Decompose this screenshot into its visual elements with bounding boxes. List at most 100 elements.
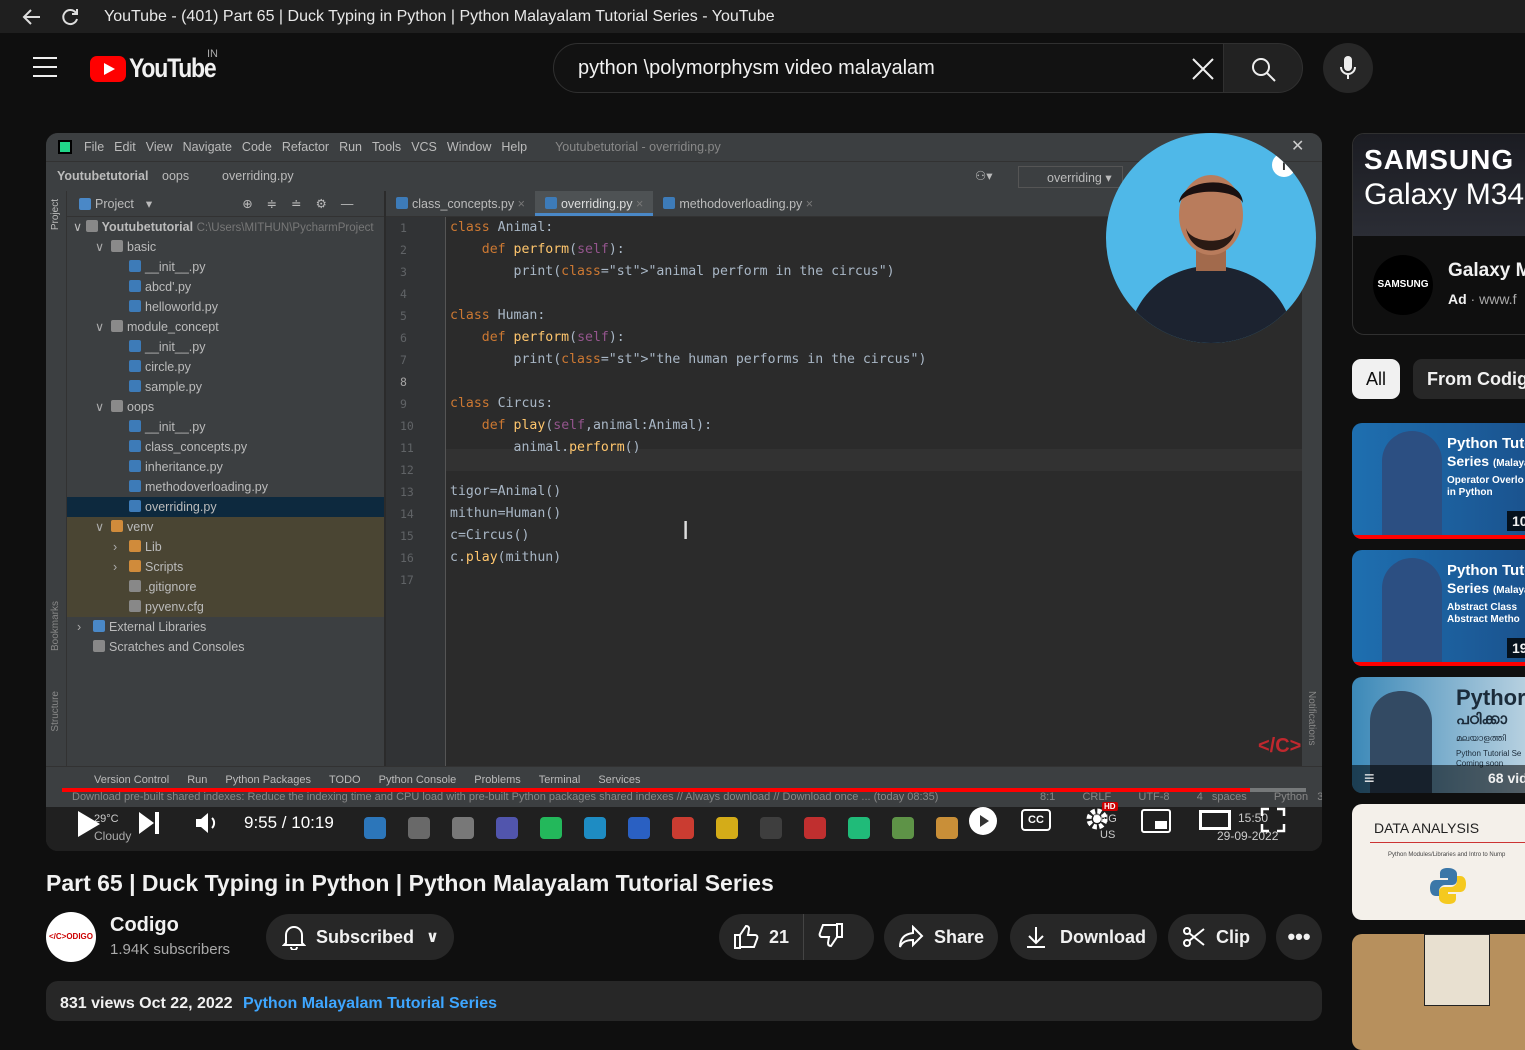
more-actions-button[interactable]: ••• bbox=[1276, 914, 1322, 960]
chip-all[interactable]: All bbox=[1352, 359, 1401, 399]
code-line: mithun=Human() bbox=[450, 506, 562, 521]
tab-close-icon: × bbox=[517, 197, 525, 211]
menu-run: Run bbox=[339, 140, 362, 154]
settings-button[interactable]: HD bbox=[1084, 802, 1118, 837]
thumb-1-small: (Malaya bbox=[1492, 458, 1525, 469]
thumb-3-line1: Pythor bbox=[1456, 685, 1525, 710]
volume-button[interactable] bbox=[194, 810, 220, 841]
menu-edit: Edit bbox=[114, 140, 136, 154]
text-cursor-icon: I bbox=[682, 515, 690, 545]
play-button[interactable] bbox=[76, 809, 102, 844]
tree-item: methodoverloading.py bbox=[67, 477, 384, 497]
playlist-icon: ≡ bbox=[1364, 768, 1375, 788]
captions-button[interactable]: CC bbox=[1021, 809, 1051, 831]
fullscreen-button[interactable] bbox=[1260, 807, 1286, 838]
tree-item-label: __init__.py bbox=[145, 340, 206, 354]
menu-help: Help bbox=[501, 140, 528, 154]
thumb-3-sub1: Python Tutorial Se bbox=[1456, 749, 1522, 758]
related-playlist-thumbnail[interactable]: Pythor പഠിക്കാ മലയാളത്തി Python Tutorial… bbox=[1352, 677, 1525, 793]
tree-item-label: class_concepts.py bbox=[145, 440, 248, 454]
breadcrumb-file: overriding.py bbox=[222, 169, 294, 183]
play-icon bbox=[78, 811, 100, 837]
related-video-thumbnail-2[interactable]: Python Tuto Series (Malaya Abstract Clas… bbox=[1352, 550, 1525, 666]
thumb-3-small: മലയാളത്തി bbox=[1456, 733, 1506, 743]
editor-tab-label: overriding.py bbox=[560, 197, 633, 211]
editor-tab: class_concepts.py × bbox=[386, 191, 535, 216]
youtube-play-logo-icon bbox=[90, 55, 126, 82]
menu-hamburger-icon[interactable] bbox=[33, 57, 57, 77]
thumb-1-watched-bar bbox=[1352, 535, 1525, 539]
like-button[interactable]: 21 bbox=[719, 914, 805, 960]
video-player[interactable]: File Edit View Navigate Code Refactor Ru… bbox=[46, 133, 1322, 851]
thumb-1-line1: Python Tuto bbox=[1447, 435, 1525, 452]
line-number: 6 bbox=[400, 331, 407, 345]
python-file-icon bbox=[129, 380, 141, 392]
share-label: Share bbox=[934, 926, 985, 947]
next-button[interactable] bbox=[138, 811, 160, 840]
toolwindow-tab: TODO bbox=[329, 773, 361, 786]
playlist-link[interactable]: Python Malayalam Tutorial Series bbox=[243, 995, 497, 1012]
folder-icon bbox=[93, 640, 105, 652]
dislike-button[interactable] bbox=[804, 922, 844, 953]
ad-banner-image: SAMSUNG Galaxy M34 bbox=[1353, 134, 1525, 236]
download-icon bbox=[1027, 927, 1045, 948]
download-button[interactable]: Download bbox=[1010, 914, 1157, 960]
tree-item-label: abcd'.py bbox=[145, 280, 192, 294]
thumb-4-divider bbox=[1370, 842, 1525, 843]
tree-item-label: inheritance.py bbox=[145, 460, 223, 474]
clip-button[interactable]: Clip bbox=[1168, 914, 1266, 960]
related-video-thumbnail-4[interactable]: DATA ANALYSIS Python Modules/Libraries a… bbox=[1352, 804, 1525, 920]
back-arrow-icon[interactable] bbox=[22, 7, 42, 27]
like-dislike-group: 21 bbox=[719, 914, 874, 960]
thumb-1-sub1: Operator Overlo bbox=[1447, 475, 1524, 486]
tree-item-label: .gitignore bbox=[145, 580, 197, 594]
thumb-4-sub1: Python Modules/Libraries and Intro to Nu… bbox=[1388, 852, 1506, 858]
menu-code: Code bbox=[241, 140, 272, 154]
related-video-thumbnail-5[interactable] bbox=[1352, 934, 1525, 1050]
channel-name[interactable]: Codigo bbox=[110, 914, 179, 937]
file-icon bbox=[129, 600, 141, 612]
brand-watermark: </C> bbox=[1258, 735, 1302, 757]
description-box[interactable]: 831 views Oct 22, 2022 Python Malayalam … bbox=[46, 981, 1322, 1021]
search-input[interactable] bbox=[578, 54, 1158, 82]
theater-mode-button[interactable] bbox=[1199, 810, 1231, 830]
time-display: 9:55 / 10:19 bbox=[244, 813, 334, 832]
code-line: animal.perform() bbox=[450, 440, 641, 455]
tree-item-label: __init__.py bbox=[145, 420, 206, 434]
ad-product: Galaxy M34 bbox=[1364, 178, 1525, 211]
miniplayer-button[interactable] bbox=[1141, 809, 1171, 833]
ad-card[interactable]: SAMSUNG Galaxy M34 SAMSUNG Galaxy M Ad ·… bbox=[1352, 133, 1525, 335]
tree-item-label: Scripts bbox=[145, 560, 184, 574]
code-line: c=Circus() bbox=[450, 528, 530, 543]
autoplay-icon bbox=[980, 815, 989, 827]
thumb-1-series: Series bbox=[1447, 453, 1490, 469]
project-panel-header: Project ▾ ⊕≑≐⚙— bbox=[67, 191, 384, 217]
python-file-icon bbox=[129, 260, 141, 272]
ad-brand: SAMSUNG bbox=[1364, 144, 1515, 175]
volume-icon bbox=[196, 813, 216, 833]
code-line: class Circus: bbox=[450, 396, 554, 411]
chip-from-codigo[interactable]: From Codigo bbox=[1413, 359, 1525, 399]
info-icon[interactable]: i bbox=[1272, 153, 1296, 177]
clear-search-icon[interactable] bbox=[1190, 56, 1216, 82]
share-button[interactable]: Share bbox=[884, 914, 998, 960]
video-progress-bar[interactable] bbox=[62, 788, 1306, 792]
code-line: def play(self,animal:Animal): bbox=[481, 418, 713, 433]
channel-avatar[interactable]: </C>ODIGO bbox=[46, 912, 96, 962]
toolwindow-tab: Problems bbox=[474, 773, 521, 786]
folder-icon bbox=[93, 620, 105, 632]
subscriber-count: 1.94K subscribers bbox=[110, 941, 231, 958]
reload-icon[interactable] bbox=[60, 7, 80, 27]
subscribed-button[interactable]: Subscribed ∨ bbox=[266, 914, 454, 960]
search-button[interactable] bbox=[1223, 43, 1303, 93]
autoplay-toggle[interactable] bbox=[969, 807, 997, 835]
python-file-icon bbox=[663, 197, 676, 209]
more-horizontal-icon: ••• bbox=[1287, 924, 1311, 949]
related-video-thumbnail-1[interactable]: Python Tuto Series (Malaya Operator Over… bbox=[1352, 423, 1525, 539]
menu-file: File bbox=[84, 140, 105, 154]
breadcrumb-folder: oops bbox=[162, 169, 190, 183]
share-icon bbox=[899, 925, 924, 948]
voice-search-button[interactable] bbox=[1323, 43, 1373, 93]
line-number: 1 bbox=[400, 221, 407, 235]
tree-item-label: External Libraries bbox=[109, 620, 207, 634]
